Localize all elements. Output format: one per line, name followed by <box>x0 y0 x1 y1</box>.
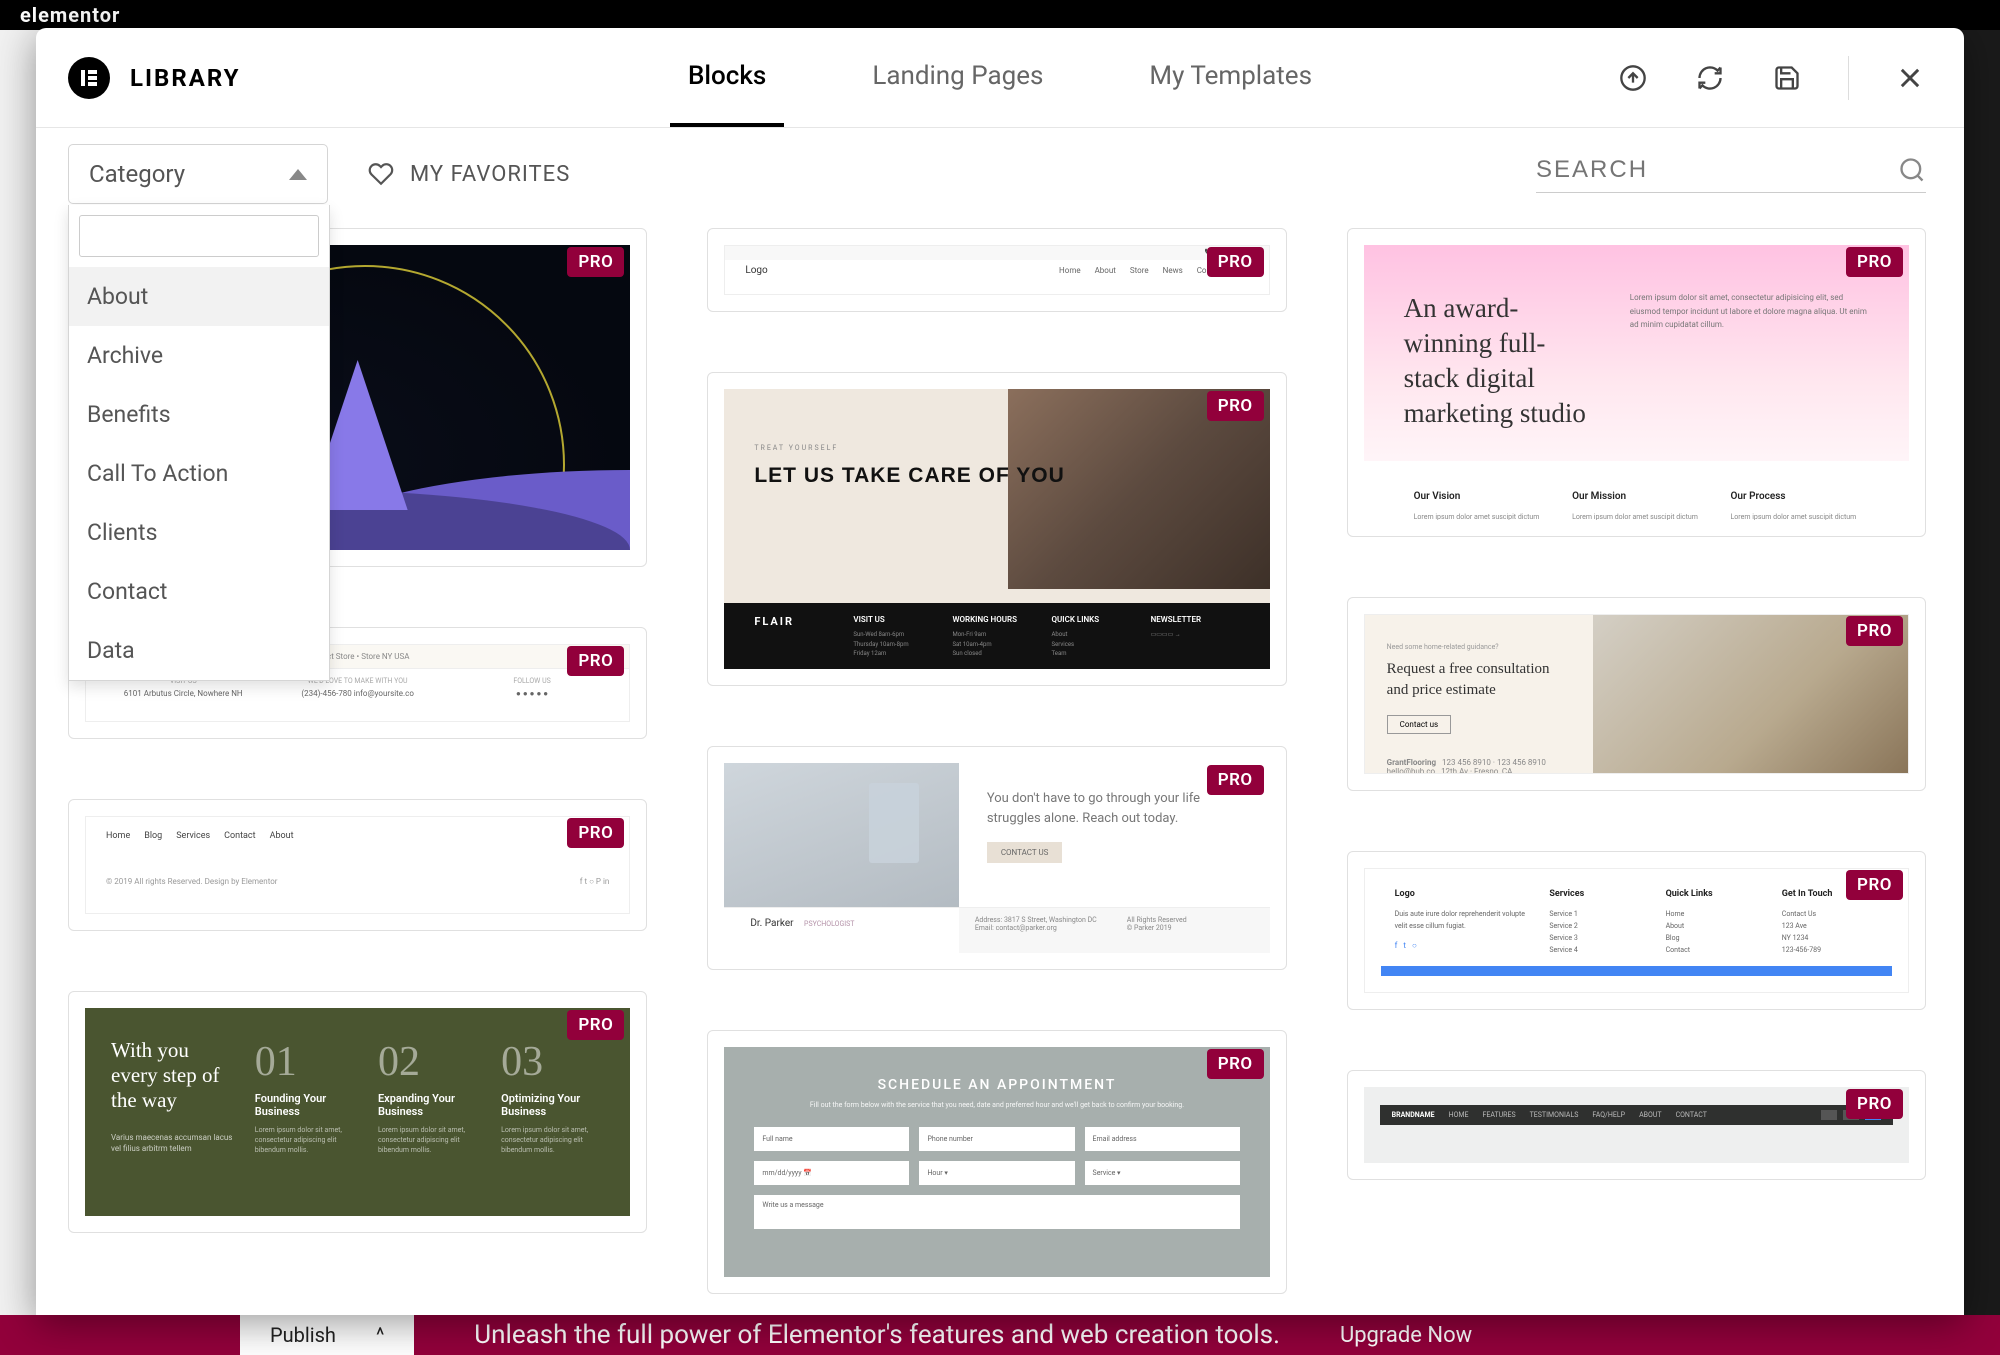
template-card[interactable]: PRO With you every step of the wayVarius… <box>68 991 647 1233</box>
category-option-archive[interactable]: Archive <box>69 326 329 385</box>
my-favorites-button[interactable]: MY FAVORITES <box>368 161 570 187</box>
bg-bottom-bar: Publish ^ Unleash the full power of Elem… <box>0 1315 2000 1355</box>
pro-badge: PRO <box>1207 247 1264 277</box>
search-icon[interactable] <box>1898 156 1926 184</box>
category-dropdown-panel: About Archive Benefits Call To Action Cl… <box>68 205 330 681</box>
template-card[interactable]: PRO TREAT YOURSELF LET US TAKE CARE OF Y… <box>707 372 1286 686</box>
pro-badge: PRO <box>1846 1089 1903 1119</box>
header-actions <box>1617 56 1926 100</box>
template-preview: With you every step of the wayVarius mae… <box>85 1008 630 1216</box>
search-input[interactable] <box>1536 156 1882 184</box>
pro-badge: PRO <box>1207 391 1264 421</box>
dropdown-search-wrap <box>69 205 329 267</box>
pro-badge: PRO <box>1846 616 1903 646</box>
bg-logo: elementor <box>20 3 120 27</box>
publish-label: Publish <box>270 1323 336 1347</box>
template-preview: 📞 123-456-7890 Logo HomeAboutStoreNewsCo… <box>724 245 1269 295</box>
chevron-up-icon: ^ <box>376 1323 384 1347</box>
template-preview: HomeBlogServicesContactAbout + 44 039 © … <box>85 816 630 914</box>
caret-up-icon <box>289 169 307 180</box>
template-preview: An award-winning full-stack digital mark… <box>1364 245 1909 520</box>
template-preview: You don't have to go through your life s… <box>724 763 1269 953</box>
close-icon[interactable] <box>1894 62 1926 94</box>
elementor-logo-icon <box>68 57 110 99</box>
pro-badge: PRO <box>1846 870 1903 900</box>
template-preview: BRANDNAME HOMEFEATURESTESTIMONIALSFAQ/HE… <box>1364 1087 1909 1163</box>
template-preview: LogoDuis aute irure dolor reprehenderit … <box>1364 868 1909 993</box>
template-card[interactable]: PRO BRANDNAME HOMEFEATURESTESTIMONIALSFA… <box>1347 1070 1926 1180</box>
category-option-about[interactable]: About <box>69 267 329 326</box>
template-preview: Need some home-related guidance? Request… <box>1364 614 1909 774</box>
template-card[interactable]: PRO HomeBlogServicesContactAbout + 44 03… <box>68 799 647 931</box>
tab-landing-pages[interactable]: Landing Pages <box>854 28 1061 127</box>
template-card[interactable]: PRO An award-winning full-stack digital … <box>1347 228 1926 537</box>
library-title: LIBRARY <box>130 64 241 92</box>
template-card[interactable]: PRO You don't have to go through your li… <box>707 746 1286 970</box>
publish-button[interactable]: Publish ^ <box>240 1315 414 1355</box>
modal-header: LIBRARY Blocks Landing Pages My Template… <box>36 28 1964 128</box>
category-option-contact[interactable]: Contact <box>69 562 329 621</box>
pro-badge: PRO <box>1846 247 1903 277</box>
category-option-benefits[interactable]: Benefits <box>69 385 329 444</box>
category-option-clients[interactable]: Clients <box>69 503 329 562</box>
template-card[interactable]: PRO LogoDuis aute irure dolor reprehende… <box>1347 851 1926 1010</box>
library-brand: LIBRARY <box>68 57 241 99</box>
library-modal: LIBRARY Blocks Landing Pages My Template… <box>36 28 1964 1315</box>
pro-badge: PRO <box>567 818 624 848</box>
heart-icon <box>368 161 394 187</box>
template-card[interactable]: PRO Need some home-related guidance? Req… <box>1347 597 1926 791</box>
tab-my-templates[interactable]: My Templates <box>1131 28 1330 127</box>
pro-badge: PRO <box>1207 765 1264 795</box>
upgrade-now-link[interactable]: Upgrade Now <box>1340 1323 1472 1348</box>
category-dropdown[interactable]: Category About Archive Benefits Call To … <box>68 144 328 204</box>
upload-icon[interactable] <box>1617 62 1649 94</box>
dropdown-search-input[interactable] <box>79 215 319 257</box>
template-preview: SCHEDULE AN APPOINTMENT Fill out the for… <box>724 1047 1269 1277</box>
save-icon[interactable] <box>1771 62 1803 94</box>
pro-badge: PRO <box>1207 1049 1264 1079</box>
category-label: Category <box>89 160 185 188</box>
pro-badge: PRO <box>567 646 624 676</box>
favorites-label: MY FAVORITES <box>410 162 570 187</box>
template-preview: TREAT YOURSELF LET US TAKE CARE OF YOU F… <box>724 389 1269 669</box>
category-option-cta[interactable]: Call To Action <box>69 444 329 503</box>
category-option-data[interactable]: Data <box>69 621 329 680</box>
pro-badge: PRO <box>567 247 624 277</box>
upgrade-banner-text: Unleash the full power of Elementor's fe… <box>474 1320 1280 1350</box>
pro-badge: PRO <box>567 1010 624 1040</box>
template-card[interactable]: PRO 📞 123-456-7890 Logo HomeAboutStoreNe… <box>707 228 1286 312</box>
modal-toolbar: Category About Archive Benefits Call To … <box>36 128 1964 220</box>
divider <box>1848 56 1849 100</box>
search-box <box>1536 156 1926 193</box>
tab-blocks[interactable]: Blocks <box>670 28 784 127</box>
bg-admin-bar: elementor <box>0 0 2000 30</box>
template-card[interactable]: PRO SCHEDULE AN APPOINTMENT Fill out the… <box>707 1030 1286 1294</box>
library-tabs: Blocks Landing Pages My Templates <box>670 28 1330 127</box>
sync-icon[interactable] <box>1694 62 1726 94</box>
